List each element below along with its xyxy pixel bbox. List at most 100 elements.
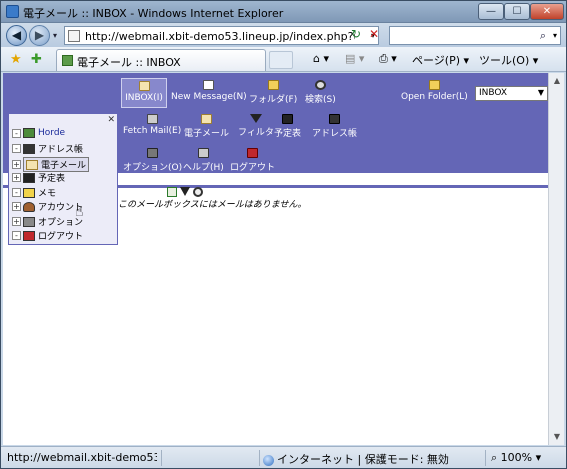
expand-icon[interactable]: +	[12, 202, 21, 211]
address-input[interactable]: http://webmail.xbit-demo53.lineup.jp/ind…	[64, 26, 379, 45]
calendar-icon	[282, 114, 293, 124]
sidebar-menu: ✕ - Horde - アドレス帳 + 電子メール + 予定表 - メモ + アカウント +…	[8, 113, 118, 245]
scroll-up-icon[interactable]: ▲	[550, 74, 564, 88]
fetch-mail-button[interactable]: Fetch Mail(E)	[123, 114, 181, 136]
person-icon	[23, 201, 35, 212]
new-message-button[interactable]: New Message(N)	[171, 80, 247, 102]
open-folder-button[interactable]: Open Folder(L)	[401, 80, 468, 102]
zoom-level[interactable]: ⌕ 100% ▾	[491, 451, 541, 465]
back-button[interactable]: ◀	[6, 25, 27, 46]
logout-button[interactable]: ログアウト	[230, 148, 275, 173]
filter-icon[interactable]	[180, 187, 190, 196]
help-icon	[197, 148, 209, 158]
collapse-icon[interactable]: -	[12, 188, 21, 197]
open-folder-label: Open Folder(L)	[401, 92, 468, 102]
calendar-icon	[23, 172, 35, 183]
envelope-icon	[201, 114, 212, 124]
search-icon[interactable]	[193, 187, 203, 197]
security-zone[interactable]: インターネット | 保護モード: 無効	[263, 451, 449, 467]
forward-button[interactable]: ▶	[29, 25, 50, 46]
folders-button[interactable]: フォルダ(F)	[249, 80, 297, 105]
inbox-button[interactable]: INBOX(I)	[121, 78, 167, 108]
options-button[interactable]: オプション(O)	[123, 148, 182, 173]
expand-icon[interactable]: +	[12, 173, 21, 182]
filter-button[interactable]: フィルタ	[238, 114, 274, 138]
tab-title: 電子メール :: INBOX	[77, 56, 181, 69]
new-tab-button[interactable]	[269, 51, 293, 69]
minimize-button[interactable]: —	[478, 3, 504, 20]
address-book-icon	[329, 114, 340, 124]
security-zone-label: インターネット | 保護モード: 無効	[277, 453, 449, 466]
scroll-down-icon[interactable]: ▼	[550, 430, 564, 444]
tab-inbox[interactable]: 電子メール :: INBOX	[56, 49, 266, 71]
globe-icon	[263, 454, 274, 466]
tools-icon	[147, 148, 159, 158]
logout-icon	[23, 230, 35, 241]
vertical-scrollbar[interactable]: ▲ ▼	[548, 73, 564, 445]
refresh-button[interactable]: ↻	[348, 26, 364, 42]
calendar-button[interactable]: 予定表	[274, 114, 301, 139]
sidebar-item-label: メモ	[38, 189, 57, 199]
address-text: http://webmail.xbit-demo53.lineup.jp/ind…	[85, 30, 355, 43]
close-icon[interactable]: ✕	[107, 115, 115, 125]
sidebar-item-account[interactable]: + アカウント	[12, 200, 83, 213]
folder-select-value: INBOX	[479, 88, 508, 98]
logout-icon	[247, 148, 258, 158]
feeds-button[interactable]: ▤ ▾	[345, 52, 364, 65]
tools-icon	[23, 216, 35, 227]
horde-icon	[62, 55, 73, 66]
status-divider	[161, 450, 162, 466]
collapse-icon[interactable]: -	[12, 144, 21, 153]
calendar-label: 予定表	[274, 129, 302, 139]
status-divider	[259, 450, 260, 466]
window-title: 電子メール :: INBOX - Windows Internet Explor…	[23, 7, 284, 20]
search-input[interactable]: ⌕ ▾	[389, 26, 561, 45]
sidebar-item-label: 予定表	[38, 174, 66, 184]
empty-mailbox-message: このメールボックスにはメールはありません。	[118, 200, 307, 210]
sidebar-item-memo[interactable]: - メモ	[12, 186, 56, 199]
add-favorite-icon[interactable]: ✚	[31, 52, 42, 67]
address-book-icon	[23, 143, 35, 154]
page-icon	[68, 30, 80, 42]
sidebar-item-logout[interactable]: - ログアウト	[12, 229, 83, 242]
maximize-button[interactable]: ☐	[504, 3, 530, 20]
print-button[interactable]: ⎙ ▾	[379, 52, 397, 66]
status-divider	[485, 450, 486, 466]
page-content: INBOX(I) New Message(N) フォルダ(F) 検索(S) Op…	[3, 73, 564, 445]
status-url: http://webmail.xbit-demo53.lineup	[7, 451, 157, 464]
sidebar-item-calendar[interactable]: + 予定表	[12, 171, 65, 184]
sidebar-item-options[interactable]: + オプション	[12, 215, 83, 228]
collapse-icon[interactable]: -	[12, 128, 21, 138]
inbox-label: INBOX(I)	[125, 93, 163, 103]
sidebar-item-label: アドレス帳	[38, 145, 84, 155]
folders-label: フォルダ(F)	[249, 95, 298, 105]
favorites-star-icon[interactable]: ★	[10, 52, 22, 67]
sidebar-item-address-book[interactable]: - アドレス帳	[12, 142, 83, 155]
search-icon[interactable]: ⌕	[540, 29, 546, 43]
stop-button[interactable]: ✕	[366, 26, 382, 42]
zoom-icon: ⌕	[491, 451, 501, 464]
expand-icon[interactable]: +	[12, 160, 21, 169]
horde-icon	[23, 128, 35, 138]
search-button[interactable]: 検索(S)	[305, 80, 336, 105]
browser-window: 電子メール :: INBOX - Windows Internet Explor…	[0, 0, 567, 469]
sidebar-item-horde[interactable]: - Horde	[12, 128, 65, 141]
ie-icon	[6, 5, 19, 18]
help-button[interactable]: ヘルプ(H)	[183, 148, 224, 173]
mail-label: 電子メール	[184, 129, 230, 139]
close-button[interactable]: ✕	[530, 3, 564, 20]
refresh-icon[interactable]	[167, 187, 177, 197]
search-label: 検索(S)	[305, 95, 336, 105]
tools-menu[interactable]: ツール(O) ▾	[479, 52, 538, 68]
address-book-button[interactable]: アドレス帳	[312, 114, 357, 139]
home-button[interactable]: ⌂ ▾	[313, 52, 329, 65]
recent-pages-dropdown-icon[interactable]: ▾	[53, 31, 57, 40]
status-bar: http://webmail.xbit-demo53.lineup インターネッ…	[1, 446, 566, 468]
page-menu[interactable]: ページ(P) ▾	[412, 52, 469, 68]
search-dropdown-icon[interactable]: ▾	[553, 31, 557, 40]
collapse-icon[interactable]: -	[12, 231, 21, 240]
sidebar-item-mail[interactable]: + 電子メール	[12, 157, 90, 172]
mail-button[interactable]: 電子メール	[184, 114, 229, 139]
expand-icon[interactable]: +	[12, 217, 21, 226]
folder-select[interactable]: INBOX ▼	[475, 86, 548, 101]
